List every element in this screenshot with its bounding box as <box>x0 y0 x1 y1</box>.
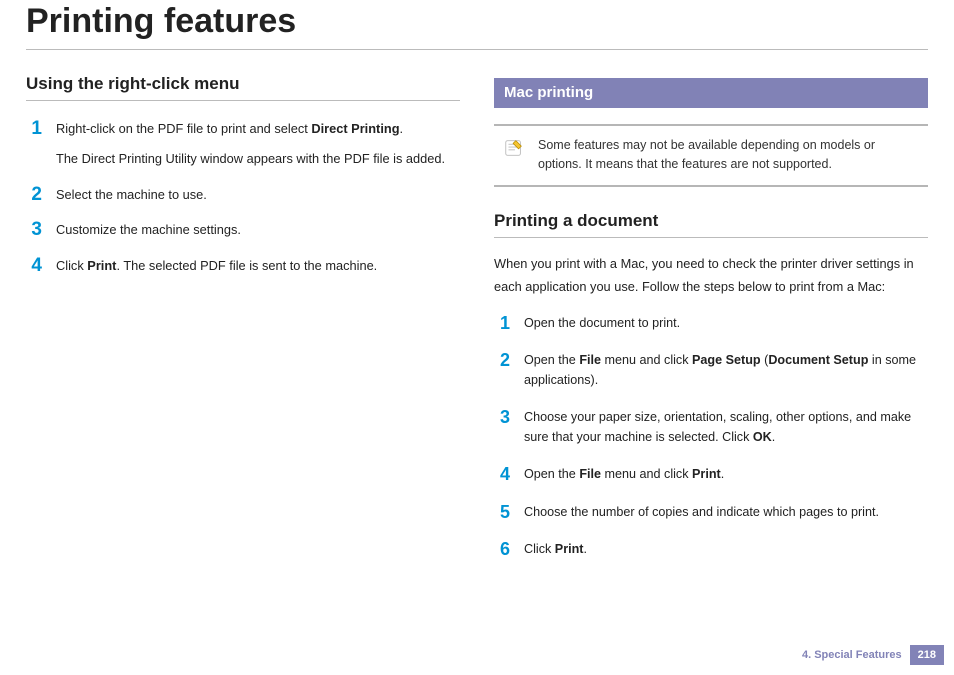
step-body: Choose the number of copies and indicate… <box>524 503 879 523</box>
step-body: Select the machine to use. <box>56 185 207 205</box>
bold-text: Direct Printing <box>311 121 399 136</box>
intro-text: When you print with a Mac, you need to c… <box>494 252 928 298</box>
step-body: Right-click on the PDF file to print and… <box>56 119 445 169</box>
step-number: 2 <box>26 185 42 204</box>
step-number: 4 <box>494 465 510 483</box>
left-heading: Using the right-click menu <box>26 74 460 101</box>
step-2: 2 Open the File menu and click Page Setu… <box>494 351 928 390</box>
text: Customize the machine settings. <box>56 220 241 240</box>
section-band: Mac printing <box>494 78 928 108</box>
text: Select the machine to use. <box>56 185 207 205</box>
note-box: Some features may not be available depen… <box>494 124 928 187</box>
step-number: 1 <box>26 119 42 138</box>
text: menu and click <box>601 353 692 367</box>
bold-text: OK <box>753 430 772 444</box>
left-column: Using the right-click menu 1 Right-click… <box>26 74 460 578</box>
text: Choose your paper size, orientation, sca… <box>524 410 911 444</box>
bold-text: Document Setup <box>768 353 868 367</box>
step-body: Customize the machine settings. <box>56 220 241 240</box>
step-number: 5 <box>494 503 510 521</box>
step-5: 5 Choose the number of copies and indica… <box>494 503 928 523</box>
text: Choose the number of copies and indicate… <box>524 503 879 523</box>
step-number: 3 <box>26 220 42 239</box>
document-page: Printing features Using the right-click … <box>0 0 954 675</box>
step-2: 2 Select the machine to use. <box>26 185 460 205</box>
text: . <box>583 542 587 556</box>
step-number: 4 <box>26 256 42 275</box>
step-body: Click Print. <box>524 540 587 560</box>
step-1: 1 Open the document to print. <box>494 314 928 334</box>
bold-text: Page Setup <box>692 353 761 367</box>
text: Open the document to print. <box>524 314 680 334</box>
step-3: 3 Choose your paper size, orientation, s… <box>494 408 928 447</box>
step-number: 2 <box>494 351 510 369</box>
bold-text: File <box>579 467 601 481</box>
step-1: 1 Right-click on the PDF file to print a… <box>26 119 460 169</box>
right-column: Mac printing Some features may not be av… <box>494 74 928 578</box>
text: Open the <box>524 467 579 481</box>
text: menu and click <box>601 467 692 481</box>
note-text: Some features may not be available depen… <box>538 136 920 175</box>
step-body: Click Print. The selected PDF file is se… <box>56 256 377 276</box>
page-footer: 4. Special Features 218 <box>802 645 944 665</box>
bold-text: Print <box>87 258 116 273</box>
text: . <box>721 467 725 481</box>
step-body: Open the File menu and click Print. <box>524 465 724 485</box>
content-columns: Using the right-click menu 1 Right-click… <box>26 74 928 578</box>
step-body: Open the File menu and click Page Setup … <box>524 351 928 390</box>
text: Click <box>56 258 87 273</box>
note-icon <box>502 136 526 160</box>
step-number: 3 <box>494 408 510 426</box>
left-steps: 1 Right-click on the PDF file to print a… <box>26 119 460 276</box>
step-6: 6 Click Print. <box>494 540 928 560</box>
bold-text: Print <box>555 542 584 556</box>
step-number: 6 <box>494 540 510 558</box>
footer-page-number: 218 <box>910 645 944 665</box>
step-body: Choose your paper size, orientation, sca… <box>524 408 928 447</box>
page-title-row: Printing features <box>26 0 928 50</box>
footer-chapter: 4. Special Features <box>802 649 902 661</box>
text: Click <box>524 542 555 556</box>
step-4: 4 Open the File menu and click Print. <box>494 465 928 485</box>
step-body: Open the document to print. <box>524 314 680 334</box>
bold-text: Print <box>692 467 721 481</box>
text: Open the <box>524 353 579 367</box>
text: . <box>400 121 404 136</box>
right-heading: Printing a document <box>494 211 928 238</box>
step-3: 3 Customize the machine settings. <box>26 220 460 240</box>
text: The Direct Printing Utility window appea… <box>56 149 445 169</box>
text: . The selected PDF file is sent to the m… <box>116 258 377 273</box>
bold-text: File <box>579 353 601 367</box>
text: . <box>772 430 776 444</box>
page-title: Printing features <box>26 2 928 41</box>
step-4: 4 Click Print. The selected PDF file is … <box>26 256 460 276</box>
step-number: 1 <box>494 314 510 332</box>
text: Right-click on the PDF file to print and… <box>56 121 311 136</box>
right-steps: 1 Open the document to print. 2 Open the… <box>494 314 928 560</box>
